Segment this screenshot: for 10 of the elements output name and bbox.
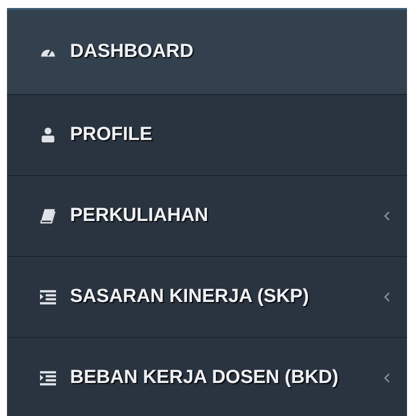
indent-icon: [40, 289, 56, 305]
user-icon: [40, 127, 56, 143]
menu-item[interactable]: DASHBOARD: [7, 10, 407, 95]
book-icon: [40, 208, 56, 224]
menu-label: PERKULIAHAN: [70, 205, 210, 227]
menu-label: PROFILE: [70, 124, 154, 146]
menu-label: DASHBOARD: [70, 41, 194, 63]
menu-label: SASARAN KINERJA (SKP): [70, 286, 310, 308]
indent-icon: [40, 370, 56, 386]
menu-label: BEBAN KERJA DOSEN (BKD): [70, 367, 340, 389]
